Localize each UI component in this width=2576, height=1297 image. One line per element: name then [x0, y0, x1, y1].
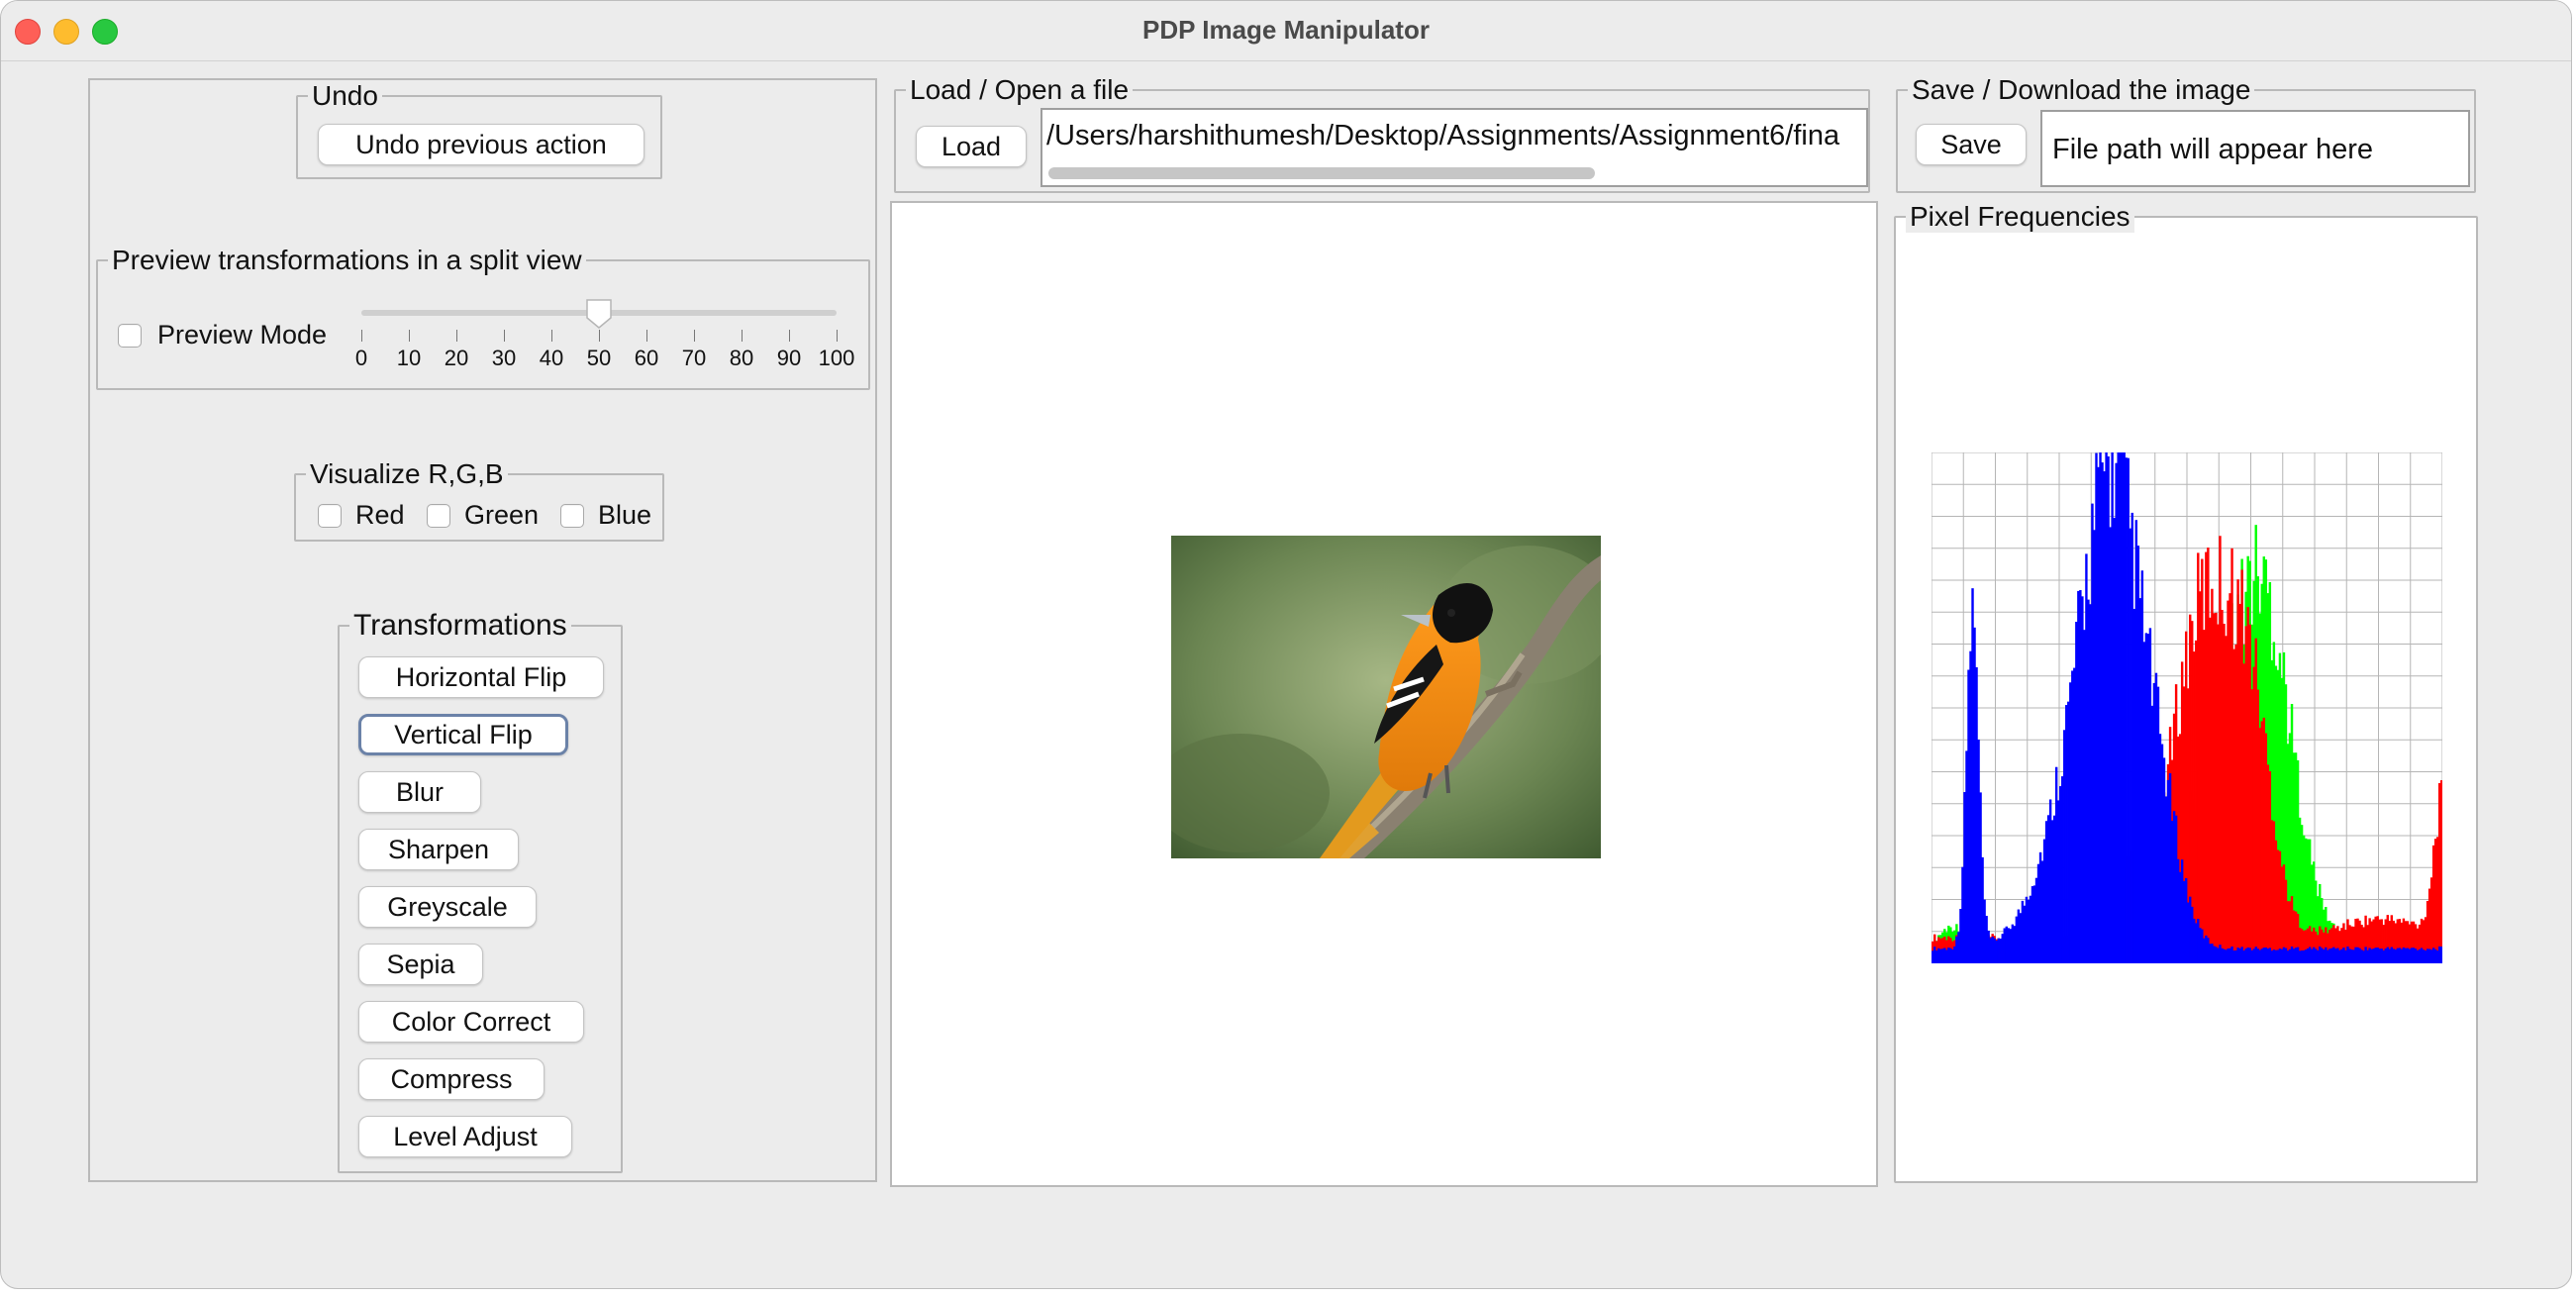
slider-tick — [551, 330, 552, 342]
slider-tick — [694, 330, 695, 342]
preview-legend: Preview transformations in a split view — [112, 245, 582, 275]
slider-tick-label: 0 — [354, 346, 368, 370]
undo-legend: Undo — [312, 80, 378, 111]
save-legend: Save / Download the image — [1912, 74, 2251, 105]
horizontal-scrollbar[interactable] — [1048, 167, 1595, 179]
blue-label: Blue — [598, 500, 652, 530]
preview-mode-label: Preview Mode — [157, 320, 328, 349]
color-correct-button[interactable]: Color Correct — [358, 1001, 584, 1043]
slider-tick — [409, 330, 410, 342]
slider-tick — [742, 330, 743, 342]
red-checkbox[interactable] — [318, 504, 342, 528]
slider-tick — [504, 330, 505, 342]
slider-tick-label: 100 — [818, 346, 855, 370]
slider-tick-label: 20 — [444, 346, 469, 370]
sepia-button[interactable]: Sepia — [358, 944, 483, 985]
slider-tick — [646, 330, 647, 342]
sharpen-button[interactable]: Sharpen — [358, 829, 519, 870]
window-title: PDP Image Manipulator — [1142, 15, 1430, 45]
app-window: PDP Image Manipulator Undo Undo previous… — [0, 0, 2572, 1289]
save-path-field[interactable]: File path will appear here — [2040, 110, 2470, 187]
transformations-legend: Transformations — [353, 609, 567, 642]
slider-tick-label: 80 — [729, 346, 754, 370]
greyscale-button[interactable]: Greyscale — [358, 886, 537, 928]
load-legend: Load / Open a file — [910, 74, 1130, 105]
save-button[interactable]: Save — [1916, 124, 2027, 165]
slider-tick-label: 60 — [634, 346, 659, 370]
red-label: Red — [355, 500, 405, 530]
slider-tick-label: 30 — [491, 346, 517, 370]
green-label: Green — [464, 500, 540, 530]
slider-tick-label: 40 — [539, 346, 564, 370]
blue-checkbox[interactable] — [560, 504, 584, 528]
compress-button[interactable]: Compress — [358, 1058, 545, 1100]
load-path-field[interactable]: /Users/harshithumesh/Desktop/Assignments… — [1040, 108, 1868, 187]
slider-tick-label: 50 — [586, 346, 612, 370]
slider-tick-label: 90 — [776, 346, 802, 370]
slider-tick-label: 10 — [396, 346, 422, 370]
histogram-blue-bar — [2439, 947, 2442, 963]
preview-slider[interactable]: 0 10 20 30 40 50 60 70 80 90 100 — [355, 298, 854, 377]
load-button[interactable]: Load — [916, 126, 1027, 167]
slider-tick — [599, 330, 600, 342]
undo-button[interactable]: Undo previous action — [318, 124, 644, 165]
slider-tick — [361, 330, 362, 342]
bird-photo — [1171, 536, 1601, 858]
title-bar: PDP Image Manipulator — [1, 1, 2571, 61]
histogram-red-bar — [2439, 780, 2442, 963]
slider-thumb[interactable] — [585, 298, 613, 329]
horizontal-flip-button[interactable]: Horizontal Flip — [358, 656, 604, 698]
green-checkbox[interactable] — [427, 504, 450, 528]
slider-tick — [789, 330, 790, 342]
level-adjust-button[interactable]: Level Adjust — [358, 1116, 572, 1157]
rgb-legend: Visualize R,G,B — [310, 458, 504, 489]
slider-tick-label: 70 — [681, 346, 707, 370]
save-path-text: File path will appear here — [2052, 134, 2374, 165]
load-path-text: /Users/harshithumesh/Desktop/Assignments… — [1046, 120, 1840, 151]
slider-tick — [837, 330, 838, 342]
histogram-chart — [1932, 452, 2442, 963]
image-display-panel — [890, 201, 1878, 1187]
preview-mode-checkbox[interactable] — [118, 324, 142, 348]
slider-tick — [456, 330, 457, 342]
histogram-legend: Pixel Frequencies — [1906, 201, 2134, 233]
blur-button[interactable]: Blur — [358, 771, 481, 813]
vertical-flip-button[interactable]: Vertical Flip — [358, 714, 568, 755]
